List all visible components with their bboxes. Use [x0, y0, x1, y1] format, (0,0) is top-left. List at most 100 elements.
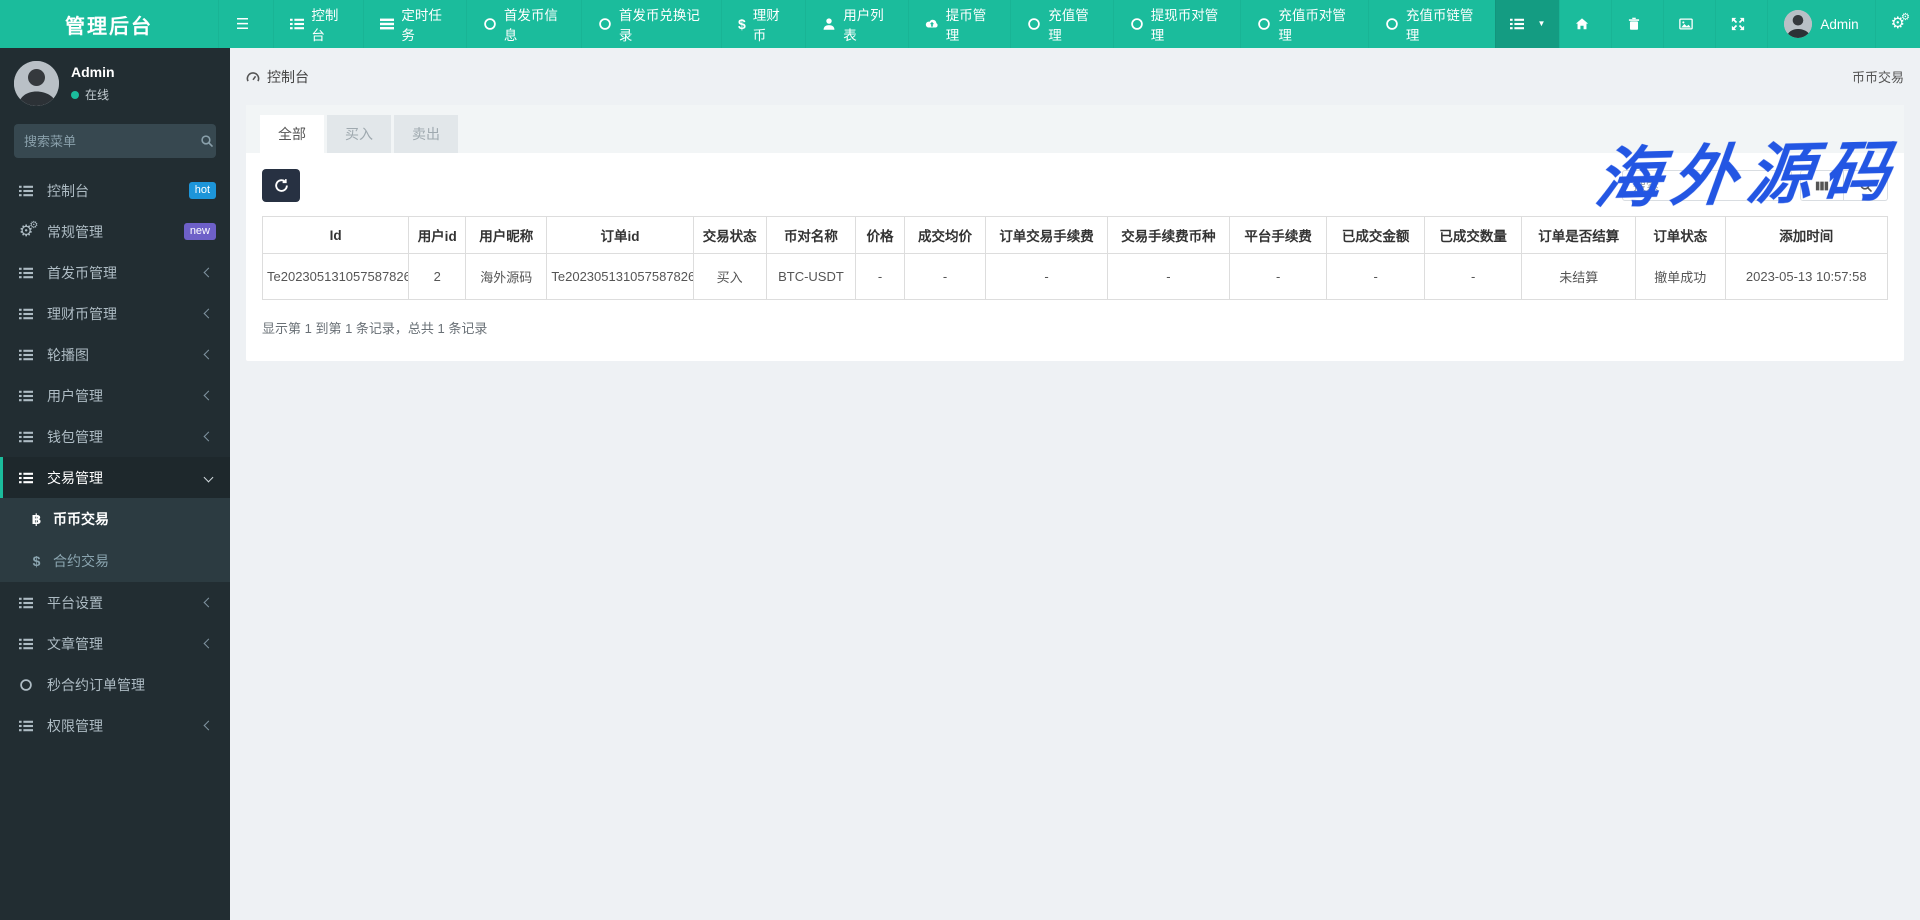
cloud-upload-icon	[925, 17, 939, 31]
settings-button[interactable]: ⚙ ⚙	[1874, 0, 1920, 48]
sidebar-item-label: 用户管理	[47, 387, 103, 404]
user-status: 在线	[71, 86, 115, 103]
chevron-left-icon	[203, 431, 214, 442]
sidebar-item-10[interactable]: 秒合约订单管理	[0, 664, 230, 705]
sidebar-item-label: 轮播图	[47, 346, 89, 363]
user-icon	[822, 17, 836, 31]
search-icon[interactable]	[200, 134, 214, 148]
columns-icon	[1815, 179, 1829, 193]
col-7: 成交均价	[903, 216, 987, 254]
topnav-item-label: 首发币信息	[503, 8, 558, 43]
chevron-left-icon	[203, 267, 214, 278]
topnav-item-3[interactable]: 首发币兑换记录	[580, 0, 721, 48]
menu-search	[14, 124, 216, 158]
trash-icon	[1627, 17, 1641, 31]
col-6: 价格	[855, 216, 905, 254]
image-icon	[1679, 17, 1694, 31]
caret-down-icon: ▼	[1537, 19, 1546, 28]
table-search-input[interactable]	[1622, 170, 1792, 201]
th-list-icon	[19, 430, 39, 444]
search-button[interactable]	[1844, 170, 1888, 201]
sidebar-item-0[interactable]: 控制台 hot	[0, 170, 230, 211]
topbar-user-menu[interactable]: Admin	[1767, 0, 1874, 48]
home-icon	[1575, 17, 1589, 31]
th-list-icon	[19, 719, 39, 733]
topnav-item-8[interactable]: 提现币对管理	[1112, 0, 1241, 48]
topnav-item-7[interactable]: 充值管理	[1010, 0, 1113, 48]
cell-4: 买入	[692, 253, 767, 300]
th-list-icon	[19, 266, 39, 280]
records-summary: 显示第 1 到第 1 条记录，总共 1 条记录	[262, 321, 488, 336]
sidebar-item-label: 权限管理	[47, 717, 103, 734]
sidebar-item-label: 理财币管理	[47, 305, 117, 322]
topbar-user-name: Admin	[1820, 16, 1859, 32]
topnav-item-4[interactable]: $ 理财币	[720, 0, 805, 48]
sidebar-toggle-button[interactable]: ☰	[217, 0, 273, 48]
topnav-item-label: 定时任务	[401, 8, 442, 43]
sidebar-menu: 控制台 hot ⚙ ⚙ 常规管理 new 首发币管理 理财币管理 轮播图 用户管理 钱包管理 交易管理…	[0, 170, 230, 746]
submenu-item-7-1[interactable]: $ 合约交易	[0, 540, 230, 582]
home-button[interactable]	[1559, 0, 1611, 48]
circle-icon	[1130, 17, 1144, 31]
chevron-left-icon	[203, 390, 214, 401]
columns-button[interactable]	[1800, 170, 1844, 201]
trash-button[interactable]	[1611, 0, 1663, 48]
table-header-row: Id 用户id 用户昵称 订单id 交易状态 币对名称 价格 成交均价 订单交易手续费 交易手续费…	[261, 216, 1888, 254]
sidebar-item-2[interactable]: 首发币管理	[0, 252, 230, 293]
tasks-icon	[380, 17, 395, 31]
hot-badge: hot	[188, 181, 216, 200]
new-badge: new	[183, 222, 216, 241]
sidebar-item-label: 常规管理	[47, 223, 103, 240]
sidebar-item-6[interactable]: 钱包管理	[0, 416, 230, 457]
list-icon	[290, 17, 305, 31]
col-0: Id	[261, 216, 410, 254]
table-row[interactable]: Te202305131057587826 2 海外源码 Te2023051310575…	[261, 253, 1888, 300]
fullscreen-button[interactable]	[1715, 0, 1767, 48]
th-list-icon	[19, 471, 39, 485]
sidebar-item-7[interactable]: 交易管理	[0, 457, 230, 498]
sidebar-item-1[interactable]: ⚙ ⚙ 常规管理 new	[0, 211, 230, 252]
media-button[interactable]	[1663, 0, 1715, 48]
topnav-item-0[interactable]: 控制台	[273, 0, 363, 48]
circle-icon	[1257, 17, 1271, 31]
th-list-icon	[19, 637, 39, 651]
chevron-left-icon	[203, 597, 214, 608]
topnav-item-1[interactable]: 定时任务	[363, 0, 466, 48]
sidebar-item-4[interactable]: 轮播图	[0, 334, 230, 375]
topnav-item-6[interactable]: 提币管理	[907, 0, 1011, 48]
col-4: 交易状态	[692, 216, 767, 254]
chevron-left-icon	[203, 349, 214, 360]
sidebar-item-11[interactable]: 权限管理	[0, 705, 230, 746]
avatar	[1784, 10, 1813, 38]
sidebar-item-9[interactable]: 文章管理	[0, 623, 230, 664]
sidebar: Admin 在线 控制台 hot ⚙⚙ 常规管理 new 首发币管理理财币管理轮播图用户管…	[0, 48, 230, 920]
tab-buy[interactable]: 买入	[327, 115, 391, 153]
cell-15: 2023-05-13 10:57:58	[1724, 253, 1888, 300]
topnav-item-label: 充值币链管理	[1405, 8, 1474, 43]
topnav-item-5[interactable]: 用户列表	[805, 0, 908, 48]
refresh-button[interactable]	[262, 169, 300, 202]
sidebar-item-3[interactable]: 理财币管理	[0, 293, 230, 334]
col-1: 用户id	[408, 216, 467, 254]
sidebar-item-label: 交易管理	[47, 469, 103, 486]
breadcrumb-label[interactable]: 控制台	[267, 67, 309, 87]
topnav-item-2[interactable]: 首发币信息	[465, 0, 581, 48]
topnav: 控制台 定时任务 首发币信息 首发币兑换记录 $ 理财币 用户列表 提币管理 充值管理 提现币对管…	[273, 0, 1495, 48]
online-dot	[71, 90, 79, 99]
topnav-item-label: 充值币对管理	[1278, 8, 1346, 43]
topbar-right: ▼ Admin ⚙ ⚙	[1495, 0, 1920, 48]
cell-10: -	[1228, 253, 1328, 300]
cell-7: -	[903, 253, 987, 300]
cell-6: -	[855, 253, 905, 300]
topnav-item-label: 充值管理	[1048, 8, 1089, 43]
sidebar-item-5[interactable]: 用户管理	[0, 375, 230, 416]
tab-sell[interactable]: 卖出	[394, 115, 458, 153]
submenu-item-7-0[interactable]: ฿ 币币交易	[0, 498, 230, 540]
topnav-item-9[interactable]: 充值币对管理	[1240, 0, 1368, 48]
cell-13: 未结算	[1521, 253, 1637, 300]
sidebar-item-8[interactable]: 平台设置	[0, 582, 230, 623]
topnav-item-10[interactable]: 充值币链管理	[1367, 0, 1496, 48]
menu-dropdown-button[interactable]: ▼	[1495, 0, 1560, 48]
tab-all[interactable]: 全部	[260, 115, 324, 153]
menu-search-input[interactable]	[24, 133, 200, 149]
